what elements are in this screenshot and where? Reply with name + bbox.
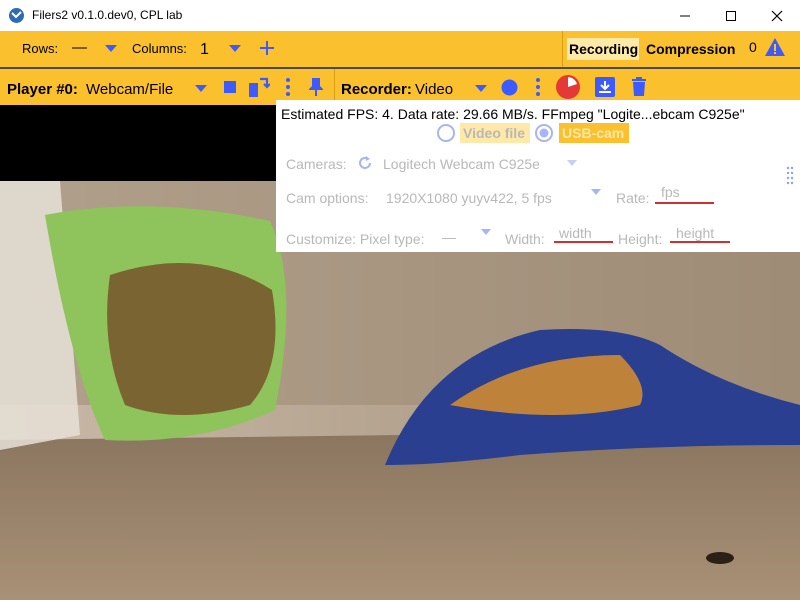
player-source-value[interactable]: Webcam/File	[86, 81, 173, 98]
width-input-underline	[554, 241, 613, 243]
height-label: Height:	[618, 231, 663, 247]
app-logo-icon	[9, 8, 24, 23]
pixel-type-value[interactable]: —	[442, 229, 456, 245]
pin-icon[interactable]	[308, 77, 324, 97]
close-icon	[771, 10, 783, 22]
columns-dropdown-icon[interactable]	[229, 45, 241, 53]
warning-count: 0	[749, 39, 757, 55]
height-input[interactable]: height	[676, 225, 714, 241]
cameras-value[interactable]: Logitech Webcam C925e	[383, 156, 540, 172]
columns-label: Columns:	[132, 41, 187, 56]
minimize-icon	[680, 15, 690, 17]
rows-label: Rows:	[22, 41, 59, 56]
columns-value[interactable]: 1	[200, 41, 209, 59]
maximize-button[interactable]	[708, 0, 754, 31]
video-file-label: Video file	[463, 125, 525, 141]
width-label: Width:	[505, 231, 545, 247]
switch-source-icon[interactable]	[248, 76, 270, 98]
save-to-disk-icon[interactable]	[594, 76, 616, 98]
compression-tab[interactable]: Compression	[646, 41, 735, 57]
record-button-icon[interactable]	[501, 79, 518, 96]
recording-tab-label: Recording	[569, 41, 639, 57]
cam-options-value[interactable]: 1920X1080 yuyv422, 5 fps	[386, 190, 552, 206]
rate-input-underline	[655, 202, 714, 204]
minimize-button[interactable]	[662, 0, 708, 31]
delete-icon[interactable]	[631, 77, 647, 97]
refresh-icon[interactable]	[357, 155, 373, 171]
stop-icon[interactable]	[224, 81, 236, 93]
recording-tab[interactable]: Recording	[567, 38, 639, 60]
maximize-icon	[726, 11, 736, 21]
usb-cam-option[interactable]: USB-cam	[559, 123, 629, 143]
video-file-option[interactable]: Video file	[460, 123, 530, 143]
close-button[interactable]	[754, 0, 800, 31]
video-file-radio[interactable]	[436, 123, 456, 143]
recorder-label: Recorder:	[341, 81, 412, 98]
cam-options-label: Cam options:	[286, 190, 369, 206]
pixel-type-dropdown-icon[interactable]	[481, 229, 491, 236]
title-bar: Filers2 v0.1.0.dev0, CPL lab	[0, 0, 800, 31]
width-input[interactable]: width	[559, 225, 592, 241]
cameras-dropdown-icon[interactable]	[567, 160, 577, 167]
recorder-dropdown-icon[interactable]	[475, 85, 487, 93]
toolbar-divider	[562, 31, 563, 67]
disk-usage-icon	[556, 75, 580, 99]
cameras-label: Cameras:	[286, 156, 347, 172]
recorder-status-text: Estimated FPS: 4. Data rate: 29.66 MB/s.…	[281, 106, 745, 122]
recorder-value[interactable]: Video	[415, 81, 453, 98]
add-icon[interactable]	[259, 40, 275, 56]
rows-dropdown-icon[interactable]	[105, 45, 117, 53]
rows-value[interactable]: —	[72, 39, 87, 56]
rate-label: Rate:	[616, 190, 650, 206]
recorder-menu-icon[interactable]	[535, 77, 541, 97]
height-input-underline	[670, 241, 730, 243]
cam-options-dropdown-icon[interactable]	[591, 189, 601, 196]
window-title: Filers2 v0.1.0.dev0, CPL lab	[32, 8, 183, 22]
player-source-dropdown-icon[interactable]	[195, 85, 207, 93]
usb-cam-label: USB-cam	[562, 125, 625, 141]
recorder-settings-panel: Estimated FPS: 4. Data rate: 29.66 MB/s.…	[276, 100, 800, 252]
panel-drag-handle-icon[interactable]	[786, 166, 794, 186]
rate-input[interactable]: fps	[661, 184, 680, 200]
layout-toolbar: Rows: — Columns: 1 Recording Compression…	[0, 31, 800, 67]
warning-icon[interactable]	[764, 37, 786, 57]
pixel-type-label: Customize: Pixel type:	[286, 231, 425, 247]
player-menu-icon[interactable]	[285, 77, 291, 97]
player-title: Player #0:	[7, 81, 78, 98]
usb-cam-radio[interactable]	[534, 123, 554, 143]
